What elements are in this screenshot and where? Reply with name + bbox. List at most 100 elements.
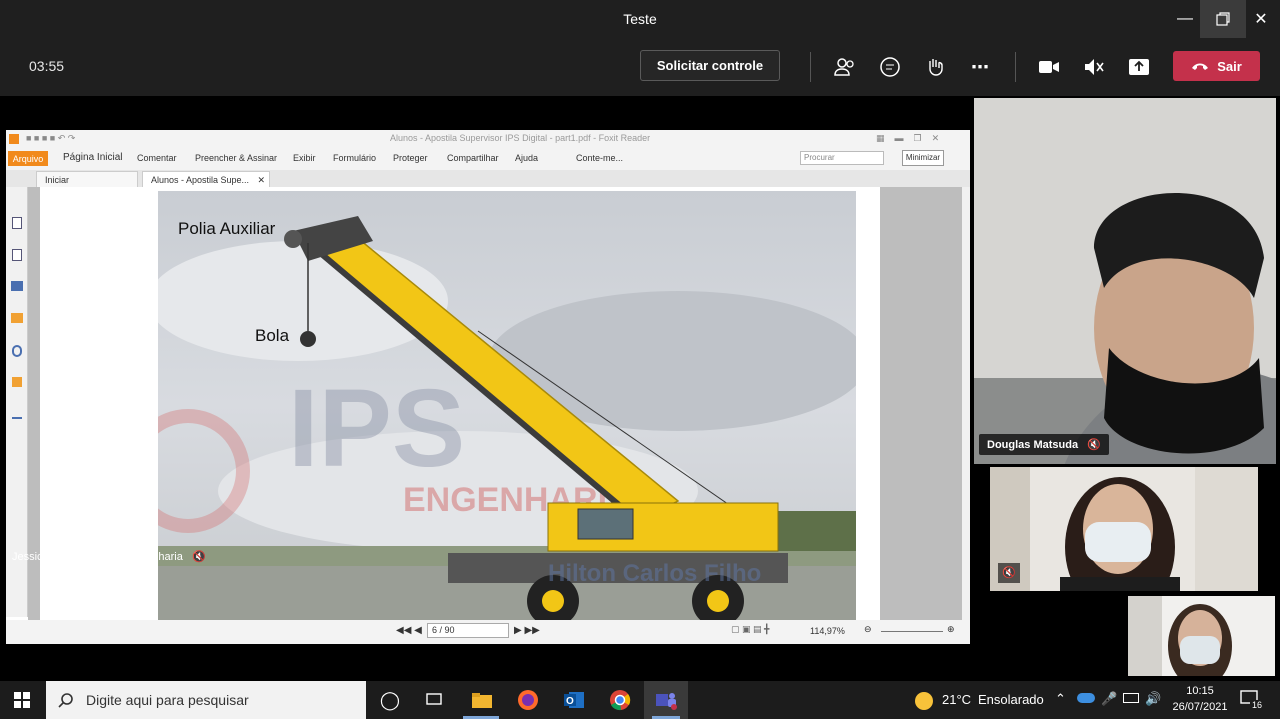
watermark2-text: Hilton Carlos Filho — [548, 560, 761, 587]
minimize-tooltip: Minimizar — [902, 150, 944, 166]
label-bola: Bola — [255, 326, 290, 345]
quick-access-icons[interactable]: ■ ■ ■ ■ ↶ ↷ — [26, 133, 75, 144]
pages-icon[interactable] — [12, 217, 22, 229]
presenter-name: Jessica Sant'Ana - IPS Engenharia 🔇 — [12, 550, 206, 563]
presenter-name-label: Jessica Sant'Ana - IPS Engenharia — [12, 551, 183, 563]
restore-icon — [1216, 12, 1230, 26]
task-view-icon[interactable] — [412, 681, 456, 719]
firefox-icon[interactable] — [506, 681, 550, 719]
notification-count: 16 — [1250, 700, 1265, 710]
zoom-level[interactable]: 114,97% — [810, 626, 845, 636]
teams-icon[interactable] — [644, 681, 688, 719]
menu-pagina-inicial[interactable]: Página Inicial — [63, 148, 122, 168]
participant-video-frame — [1128, 596, 1275, 676]
title-bar: Teste — ✕ — [0, 0, 1280, 38]
tab-alunos-label: Alunos - Apostila Supe... — [151, 175, 250, 185]
taskbar-search-input[interactable]: Digite aqui para pesquisar — [46, 681, 366, 719]
meeting-timer: 03:55 — [29, 58, 65, 74]
divider — [1015, 52, 1016, 82]
meeting-toolbar: 03:55 Solicitar controle ⋯ Sair — [0, 38, 1280, 96]
close-button[interactable]: ✕ — [1238, 0, 1280, 38]
zoom-in-icon[interactable]: ⊕ — [947, 624, 955, 635]
taskbar-search-placeholder: Digite aqui para pesquisar — [86, 692, 249, 708]
more-options-icon[interactable]: ⋯ — [965, 52, 995, 82]
onedrive-icon[interactable] — [1077, 693, 1095, 703]
foxit-statusbar: ◀◀ ◀ 6 / 90 ▶ ▶▶ ▢ ▣ ▤ ╋ 114,97% ⊖ ⊕ — [6, 620, 970, 644]
foxit-titlebar: ■ ■ ■ ■ ↶ ↷ Alunos - Apostila Supervisor… — [6, 130, 970, 148]
participant-video-frame — [990, 467, 1258, 591]
file-explorer-icon[interactable] — [460, 681, 504, 719]
participant-video-frame — [974, 98, 1276, 464]
leave-label: Sair — [1217, 58, 1242, 74]
raise-hand-icon[interactable] — [920, 52, 950, 82]
tab-iniciar[interactable]: Iniciar — [36, 171, 138, 187]
zoom-slider[interactable] — [881, 631, 943, 632]
mic-muted-icon: 🔇 — [998, 563, 1020, 583]
menu-formulario[interactable]: Formulário — [333, 148, 376, 168]
layers-icon[interactable] — [12, 249, 22, 261]
bookmarks-icon[interactable] — [11, 281, 23, 291]
menu-preencher[interactable]: Preencher & Assinar — [195, 148, 277, 168]
network-icon[interactable] — [1123, 693, 1139, 703]
menu-comentar[interactable]: Comentar — [137, 148, 177, 168]
participant-name-tag: Douglas Matsuda 🔇 — [979, 434, 1109, 455]
svg-text:IPS: IPS — [288, 367, 465, 490]
comments-icon[interactable] — [11, 313, 23, 323]
foxit-window-controls[interactable]: ▦ ▬ ❐ ✕ — [876, 133, 939, 144]
chrome-icon[interactable] — [598, 681, 642, 719]
attachment-icon[interactable] — [12, 345, 22, 357]
participant-video-douglas[interactable]: Douglas Matsuda 🔇 — [974, 98, 1276, 464]
mic-muted-icon[interactable] — [1079, 52, 1109, 82]
svg-text:O: O — [566, 696, 574, 707]
foxit-window-title: Alunos - Apostila Supervisor IPS Digital… — [390, 133, 651, 143]
menu-compartilhar[interactable]: Compartilhar — [447, 148, 499, 168]
participant-video-3[interactable] — [1128, 596, 1275, 676]
close-tab-icon[interactable]: ✕ — [257, 172, 265, 188]
foxit-reader-window: ■ ■ ■ ■ ↶ ↷ Alunos - Apostila Supervisor… — [6, 130, 970, 644]
slide-image: IPS ENGENHARIA Hilton Carlos Filho Polia… — [158, 191, 856, 620]
security-icon[interactable] — [12, 377, 22, 387]
chat-icon[interactable] — [875, 52, 905, 82]
menu-conte-me[interactable]: Conte-me... — [576, 148, 623, 168]
zoom-out-icon[interactable]: ⊖ — [864, 624, 872, 635]
share-screen-icon[interactable] — [1124, 52, 1154, 82]
volume-icon[interactable]: 🔊 — [1145, 691, 1161, 707]
cortana-icon[interactable]: ◯ — [368, 681, 412, 719]
page-nav-prev-icons[interactable]: ◀◀ ◀ — [396, 625, 422, 636]
windows-start-icon[interactable] — [0, 681, 44, 719]
participants-icon[interactable] — [830, 52, 860, 82]
outlook-icon[interactable]: O — [552, 681, 596, 719]
participant-video-2[interactable]: 🔇 — [990, 467, 1258, 591]
leave-button[interactable]: Sair — [1173, 51, 1260, 81]
signature-icon[interactable] — [12, 409, 22, 419]
foxit-logo-icon — [9, 134, 19, 144]
menu-exibir[interactable]: Exibir — [293, 148, 316, 168]
label-polia-auxiliar: Polia Auxiliar — [178, 219, 276, 238]
foxit-tabs: Iniciar Alunos - Apostila Supe... ✕ — [6, 170, 970, 187]
weather-sun-icon[interactable] — [915, 692, 933, 710]
menu-proteger[interactable]: Proteger — [393, 148, 428, 168]
clock-date[interactable]: 26/07/2021 — [1165, 701, 1235, 713]
camera-icon[interactable] — [1034, 52, 1064, 82]
menu-ajuda[interactable]: Ajuda — [515, 148, 538, 168]
tab-alunos[interactable]: Alunos - Apostila Supe... ✕ — [142, 171, 270, 187]
foxit-ribbon-menu: Arquivo Página Inicial Comentar Preenche… — [6, 148, 970, 170]
crane-photo: IPS ENGENHARIA Hilton Carlos Filho — [158, 191, 856, 620]
page-number-input[interactable]: 6 / 90 — [427, 623, 509, 638]
menu-arquivo[interactable]: Arquivo — [8, 151, 48, 166]
mic-muted-icon: 🔇 — [1087, 439, 1101, 451]
mic-muted-small-icon: 🔇 — [191, 551, 206, 563]
participant-name: Douglas Matsuda — [987, 439, 1079, 451]
vertical-scrollbar[interactable] — [962, 187, 970, 620]
clock-time[interactable]: 10:15 — [1170, 685, 1230, 697]
divider — [810, 52, 811, 82]
view-mode-icons[interactable]: ▢ ▣ ▤ ╋ — [731, 624, 769, 635]
request-control-button[interactable]: Solicitar controle — [640, 50, 780, 81]
microphone-icon[interactable]: 🎤 — [1101, 691, 1117, 707]
foxit-search-input[interactable]: Procurar — [800, 151, 884, 165]
weather-temp[interactable]: 21°C — [942, 692, 971, 707]
window-title: Teste — [623, 11, 657, 27]
tray-overflow-icon[interactable]: ⌃ — [1055, 691, 1066, 707]
page-nav-next-icons[interactable]: ▶ ▶▶ — [514, 625, 540, 636]
weather-desc[interactable]: Ensolarado — [978, 692, 1044, 707]
